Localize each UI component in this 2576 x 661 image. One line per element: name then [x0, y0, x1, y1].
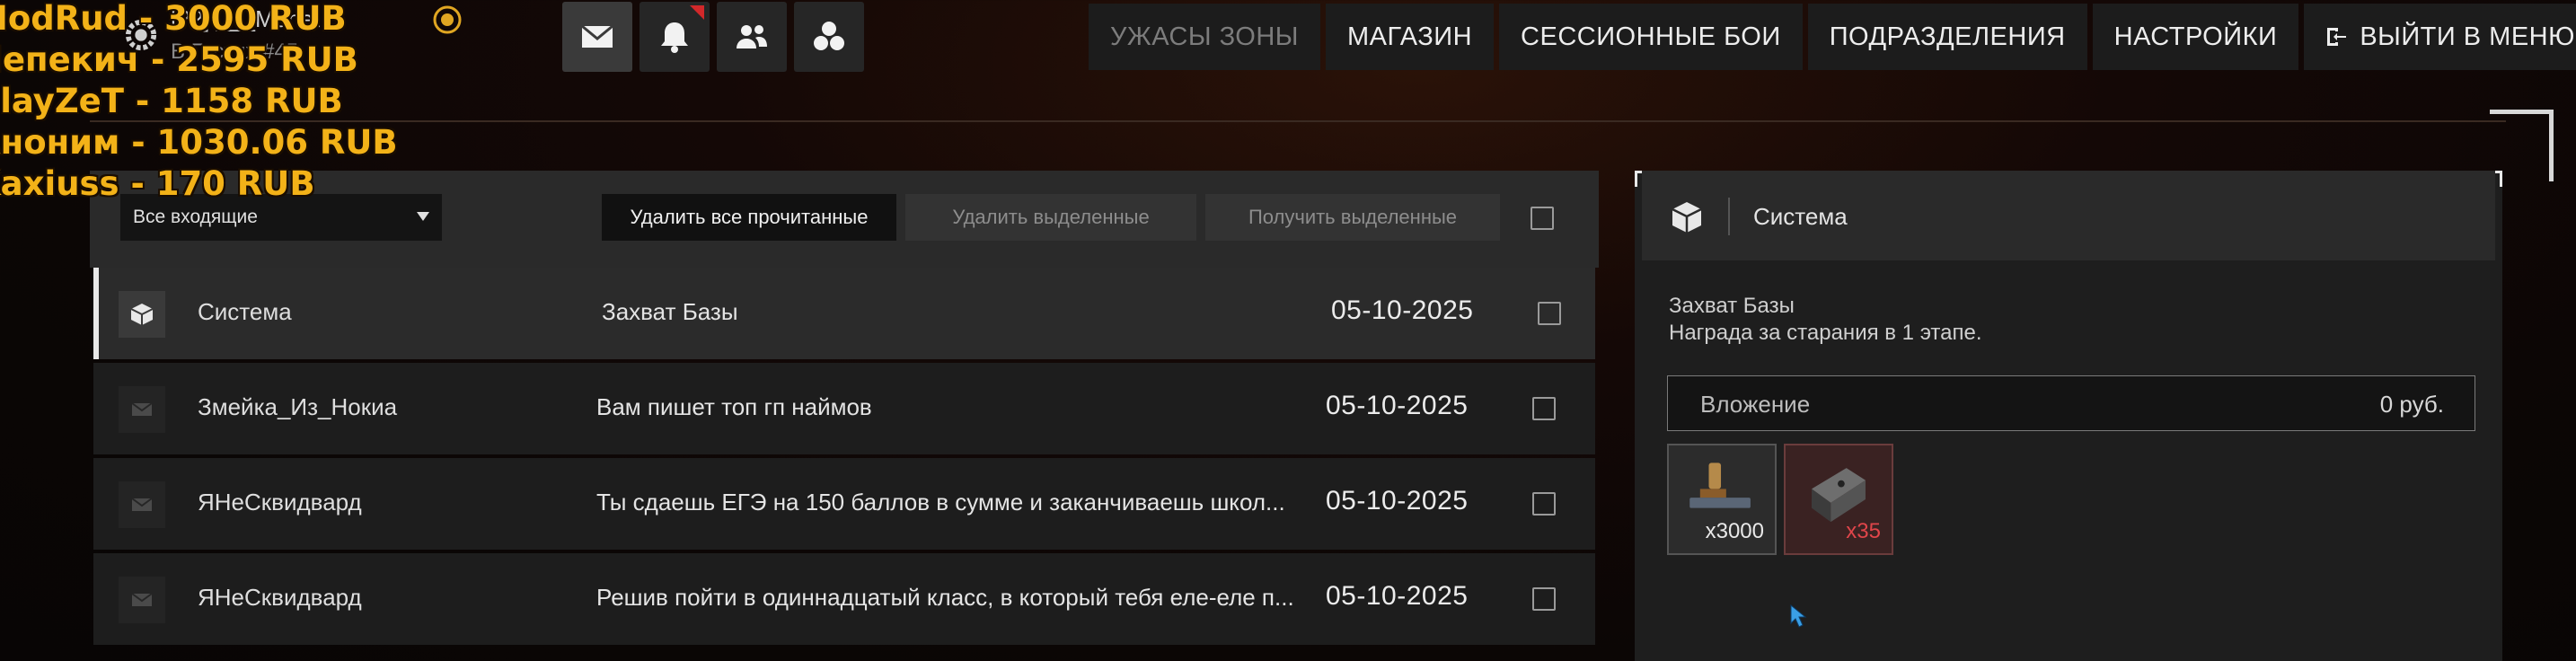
frame-line-corner-v — [2549, 110, 2554, 181]
envelope-icon — [131, 593, 153, 606]
message-row[interactable]: ЯНеСквидвард Решив пойти в одиннадцатый к… — [93, 553, 1595, 645]
attachment-value: 0 руб. — [2379, 391, 2444, 418]
mail-icon — [581, 24, 613, 48]
detail-body: Захват Базы Награда за старания в 1 этап… — [1669, 293, 1982, 347]
bell-icon — [661, 22, 688, 53]
message-subject: Вам пишет топ гп наймов — [596, 393, 872, 420]
message-subject: Захват Базы — [602, 298, 738, 325]
message-detail-panel: Система Захват Базы Награда за старания … — [1635, 171, 2502, 661]
nav-item[interactable]: СЕССИОННЫЕ БОИ — [1499, 4, 1803, 70]
exit-icon — [2327, 28, 2347, 46]
friends-icon — [737, 25, 767, 48]
chevron-down-icon — [417, 212, 429, 221]
mouse-cursor-icon — [1790, 604, 1807, 628]
message-type-icon — [119, 291, 165, 338]
message-row[interactable]: ЯНеСквидвард Ты сдаешь ЕГЭ на 150 баллов … — [93, 458, 1595, 550]
donation-entry: BlayZeT - 1158 RUB — [0, 82, 343, 120]
top-icon-bar — [562, 2, 864, 72]
detail-sender: Система — [1753, 203, 1848, 230]
detail-subject: Захват Базы — [1669, 294, 1795, 318]
clan-icon — [814, 22, 844, 50]
message-sender: Змейка_Из_Нокиа — [198, 393, 398, 420]
attachment-bar: Вложение 0 руб. — [1667, 375, 2475, 431]
receive-selected-button[interactable]: Получить выделенные — [1205, 194, 1500, 241]
delete-selected-button[interactable]: Удалить выделенные — [905, 194, 1196, 241]
attachment-label: Вложение — [1700, 391, 1811, 418]
frame-line-top — [90, 120, 2506, 122]
nav-item[interactable]: НАСТРОЙКИ — [2092, 4, 2299, 70]
detail-header: Система — [1642, 171, 2495, 260]
reward-item-slot[interactable]: x35 — [1784, 444, 1893, 555]
envelope-icon — [131, 498, 153, 511]
notification-badge — [690, 5, 704, 20]
message-sender: Система — [198, 298, 292, 325]
donation-entry: Пепекич - 2595 RUB — [0, 40, 358, 79]
item-quantity: x35 — [1846, 519, 1881, 543]
donation-overlay: ModRud - 3000 RUB Пепекич - 2595 RUB BlayZ… — [0, 0, 398, 205]
donation-entry: Kaxiuss - 170 RUB — [0, 164, 315, 203]
message-date: 05-10-2025 — [1326, 581, 1469, 611]
friends-button[interactable] — [717, 2, 787, 72]
message-subject: Ты сдаешь ЕГЭ на 150 баллов в сумме и за… — [596, 489, 1285, 516]
message-type-icon — [119, 386, 165, 433]
message-row[interactable]: Система Захват Базы 05-10-2025 — [93, 268, 1595, 359]
mail-button[interactable] — [562, 2, 632, 72]
inbox-filter-value: Все входящие — [133, 207, 258, 227]
donation-entry: Аноним - 1030.06 RUB — [0, 123, 398, 162]
header-divider — [1728, 198, 1730, 235]
message-checkbox[interactable] — [1532, 397, 1556, 420]
delete-read-button[interactable]: Удалить все прочитанные — [602, 194, 896, 241]
nav-item[interactable]: МАГАЗИН — [1325, 4, 1495, 70]
clan-button[interactable] — [794, 2, 864, 72]
message-subject: Решив пойти в одиннадцатый класс, в кото… — [596, 584, 1294, 611]
rank-medal-icon — [433, 5, 462, 34]
package-icon — [130, 304, 154, 325]
envelope-icon — [131, 402, 153, 416]
detail-message: Награда за старания в 1 этапе. — [1669, 321, 1982, 345]
message-checkbox[interactable] — [1532, 587, 1556, 611]
package-icon — [1672, 202, 1702, 233]
message-sender: ЯНеСквидвард — [198, 489, 362, 516]
donation-entry: ModRud - 3000 RUB — [0, 0, 347, 38]
nav-item[interactable]: ПОДРАЗДЕЛЕНИЯ — [1807, 4, 2087, 70]
message-checkbox[interactable] — [1532, 492, 1556, 516]
notifications-button[interactable] — [640, 2, 710, 72]
frame-line-corner-h — [2490, 110, 2553, 114]
exit-menu-label: ВЫЙТИ В МЕНЮ — [2360, 22, 2575, 51]
item-quantity: x3000 — [1705, 519, 1764, 543]
message-date: 05-10-2025 — [1331, 295, 1474, 325]
message-checkbox[interactable] — [1538, 302, 1561, 325]
nav-item[interactable]: УЖАСЫ ЗОНЫ — [1089, 4, 1320, 70]
message-type-icon — [119, 481, 165, 528]
message-sender: ЯНеСквидвард — [198, 584, 362, 611]
message-type-icon — [119, 577, 165, 623]
main-nav: УЖАСЫ ЗОНЫ МАГАЗИН СЕССИОННЫЕ БОИ ПОДРАЗДЕЛ… — [1089, 4, 2576, 70]
select-all-checkbox[interactable] — [1531, 207, 1554, 230]
message-row[interactable]: Змейка_Из_Нокиа Вам пишет топ гп наймов 05… — [93, 363, 1595, 454]
exit-menu-button[interactable]: ВЫЙТИ В МЕНЮ — [2304, 4, 2576, 70]
reward-item-slot[interactable]: x3000 — [1667, 444, 1777, 555]
message-date: 05-10-2025 — [1326, 486, 1469, 516]
message-date: 05-10-2025 — [1326, 391, 1469, 420]
inbox-panel: Все входящие Удалить все прочитанные Уда… — [90, 171, 1599, 661]
